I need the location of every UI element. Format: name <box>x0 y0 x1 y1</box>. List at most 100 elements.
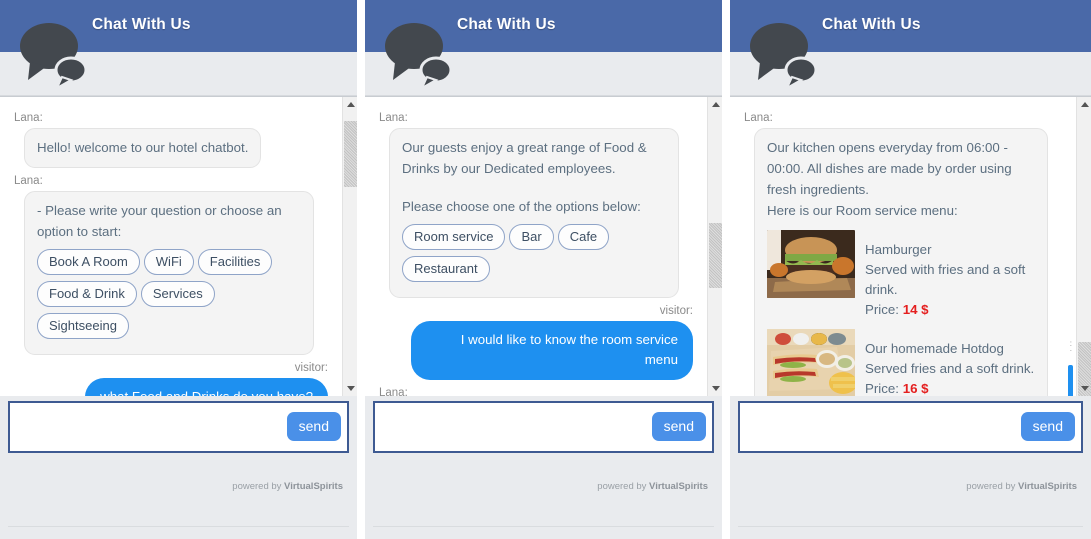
bot-message-bubble: Our guests enjoy a great range of Food &… <box>389 128 679 298</box>
scroll-up-arrow-icon[interactable] <box>708 97 722 112</box>
scroll-down-arrow-icon[interactable] <box>708 381 722 396</box>
screenshot-stage: Chat With Us Lana: Hello! welcome to our… <box>0 0 1091 539</box>
chat-widget-1: Chat With Us Lana: Hello! welcome to our… <box>0 0 357 539</box>
menu-item-name: Our homemade Hotdog <box>865 341 1004 356</box>
widget-header-2: Chat With Us <box>365 0 722 52</box>
menu-item-text: Hamburger Served with fries and a soft dr… <box>865 230 1035 320</box>
powered-by-label: powered by VirtualSpirits <box>232 481 343 492</box>
powered-prefix: powered by <box>966 481 1016 492</box>
message-row: - Please write your question or choose a… <box>14 191 332 355</box>
bot-menu-intro: Here is our Room service menu: <box>767 203 958 218</box>
scroll-down-arrow-icon[interactable] <box>343 381 357 396</box>
quick-reply-option[interactable]: Sightseeing <box>37 313 129 339</box>
quick-reply-option[interactable]: Book A Room <box>37 249 140 275</box>
transcript-scrollbar-1[interactable] <box>342 97 357 396</box>
transcript-scrollbar-3[interactable] <box>1076 97 1091 396</box>
transcript-scrollbar-2[interactable] <box>707 97 722 396</box>
bot-message-text: Our kitchen opens everyday from 06:00 - … <box>767 140 1012 197</box>
widget-subheader-3 <box>730 52 1091 96</box>
widget-header-1: Chat With Us <box>0 0 357 52</box>
speaker-label: Lana: <box>14 175 43 187</box>
widget-title-1: Chat With Us <box>92 16 191 33</box>
quick-reply-option[interactable]: Bar <box>509 224 554 250</box>
quick-reply-option[interactable]: WiFi <box>143 249 194 275</box>
chat-widget-2: Chat With Us Lana: Our guests enjoy a gr… <box>365 0 722 539</box>
powered-prefix: powered by <box>232 481 282 492</box>
widget-title-2: Chat With Us <box>457 16 556 33</box>
widget-subheader-2 <box>365 52 722 96</box>
menu-item-name: Hamburger <box>865 242 932 257</box>
menu-item-text: Our homemade Hotdog Served fries and a so… <box>865 329 1034 396</box>
quick-reply-option[interactable]: Facilities <box>197 249 273 275</box>
transcript-wrap-1: Lana: Hello! welcome to our hotel chatbo… <box>0 96 357 396</box>
speaker-label: visitor: <box>294 362 328 374</box>
quick-reply-option[interactable]: Room service <box>402 224 506 250</box>
message-composer-1: send <box>8 401 349 453</box>
user-message-bubble: what Food and Drinks do you have? <box>85 378 328 396</box>
message-row: Our guests enjoy a great range of Food &… <box>379 128 697 298</box>
menu-item-price-value: 14 $ <box>902 302 929 317</box>
quick-reply-option[interactable]: Restaurant <box>402 256 490 282</box>
send-button[interactable]: send <box>1020 412 1075 441</box>
message-row: what Food and Drinks do you have? <box>14 378 332 396</box>
send-button[interactable]: send <box>651 412 706 441</box>
message-composer-3: send <box>738 401 1083 453</box>
menu-item-price-row: Price: 14 $ <box>865 300 1035 320</box>
bot-message-bubble: Our kitchen opens everyday from 06:00 - … <box>754 128 1048 396</box>
quick-reply-options-1: Book A Room WiFi Facilities Food & Drink Ser… <box>37 249 301 345</box>
quick-reply-option[interactable]: Food & Drink <box>37 281 137 307</box>
quick-reply-option[interactable]: Cafe <box>557 224 610 250</box>
widget-title-3: Chat With Us <box>822 16 921 33</box>
message-row: I would like to know the room service me… <box>379 321 697 380</box>
quick-reply-option[interactable]: Services <box>140 281 215 307</box>
inner-scroll-dots-icon: :. <box>1069 339 1072 353</box>
hamburger-photo <box>767 230 855 298</box>
room-service-menu-list: Hamburger Served with fries and a soft dr… <box>767 230 1035 396</box>
chat-widget-3: Chat With Us Lana: Our kitchen opens eve… <box>730 0 1091 539</box>
menu-item-price-label: Price: <box>865 302 903 317</box>
menu-item-description: Served with fries and a soft drink. <box>865 262 1026 297</box>
widget-subheader-1 <box>0 52 357 96</box>
message-row: Our kitchen opens everyday from 06:00 - … <box>744 128 1066 396</box>
bot-message-text: Our guests enjoy a great range of Food &… <box>402 140 647 176</box>
powered-by-label: powered by VirtualSpirits <box>966 481 1077 492</box>
menu-item-price-row: Price: 16 $ <box>865 379 1034 396</box>
quick-reply-options-2: Room service Bar Cafe Restaurant <box>402 224 666 288</box>
menu-item-description: Served fries and a soft drink. <box>865 361 1035 376</box>
scroll-up-arrow-icon[interactable] <box>1077 97 1091 112</box>
scrollbar-thumb[interactable] <box>344 120 357 187</box>
bot-message-prompt: Please choose one of the options below: <box>402 199 641 214</box>
footer-divider <box>8 526 349 527</box>
widget-footer-1: powered by VirtualSpirits <box>0 453 357 539</box>
inner-scrollbar-thumb[interactable] <box>1068 365 1073 396</box>
powered-brand: VirtualSpirits <box>1018 481 1077 492</box>
transcript-3[interactable]: Lana: Our kitchen opens everyday from 06… <box>730 97 1076 396</box>
bot-message-bubble: Hello! welcome to our hotel chatbot. <box>24 128 262 168</box>
speaker-label: visitor: <box>659 305 693 317</box>
bot-message-bubble: - Please write your question or choose a… <box>24 191 314 355</box>
footer-divider <box>738 526 1083 527</box>
powered-by-label: powered by VirtualSpirits <box>597 481 708 492</box>
speaker-label: Lana: <box>14 112 43 124</box>
transcript-2[interactable]: Lana: Our guests enjoy a great range of … <box>365 97 707 396</box>
scroll-up-arrow-icon[interactable] <box>343 97 357 112</box>
transcript-wrap-3: Lana: Our kitchen opens everyday from 06… <box>730 96 1091 396</box>
speaker-label: Lana: <box>379 112 408 124</box>
powered-prefix: powered by <box>597 481 647 492</box>
hotdog-photo <box>767 329 855 396</box>
menu-item[interactable]: Hamburger Served with fries and a soft dr… <box>767 230 1035 320</box>
message-composer-2: send <box>373 401 714 453</box>
transcript-1[interactable]: Lana: Hello! welcome to our hotel chatbo… <box>0 97 342 396</box>
widget-header-3: Chat With Us <box>730 0 1091 52</box>
powered-brand: VirtualSpirits <box>284 481 343 492</box>
footer-divider <box>373 526 714 527</box>
speaker-label: Lana: <box>379 387 408 396</box>
scrollbar-thumb[interactable] <box>709 222 722 289</box>
send-button[interactable]: send <box>286 412 341 441</box>
transcript-wrap-2: Lana: Our guests enjoy a great range of … <box>365 96 722 396</box>
powered-brand: VirtualSpirits <box>649 481 708 492</box>
menu-item-price-value: 16 $ <box>902 381 929 396</box>
menu-item[interactable]: Our homemade Hotdog Served fries and a so… <box>767 329 1035 396</box>
user-message-bubble: I would like to know the room service me… <box>411 321 693 380</box>
scroll-down-arrow-icon[interactable] <box>1077 381 1091 396</box>
